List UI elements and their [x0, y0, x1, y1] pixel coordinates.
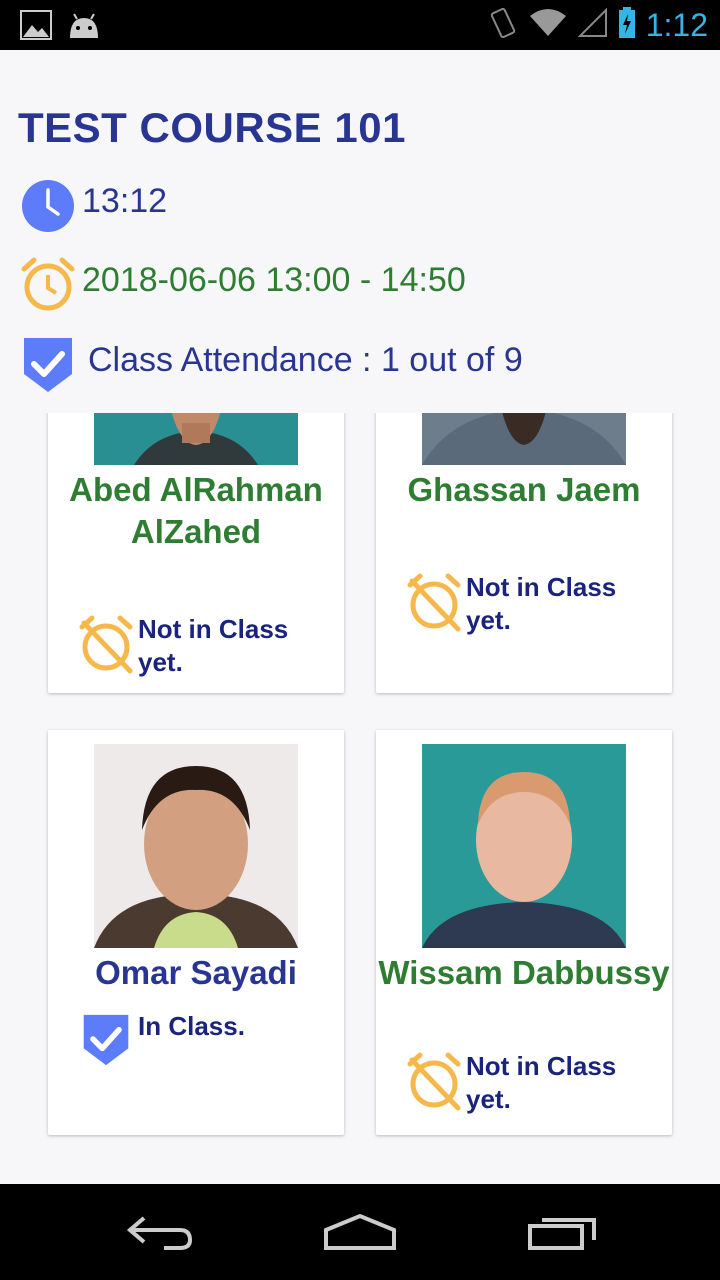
student-name: Omar Sayadi [95, 954, 297, 991]
signal-icon [577, 7, 608, 43]
current-time-row: 13:12 [20, 178, 167, 239]
navigation-bar [0, 1184, 720, 1280]
alarm-off-icon [406, 1050, 464, 1117]
attendance-row: Class Attendance : 1 out of 9 [20, 334, 523, 401]
status-text: Not in Class yet. [138, 614, 289, 677]
student-photo [94, 413, 298, 465]
student-name: Wissam Dabbussy [378, 954, 670, 991]
gallery-icon [20, 10, 52, 45]
alarm-off-icon [78, 613, 136, 680]
battery-charging-icon [618, 7, 636, 44]
status-text: Not in Class yet. [466, 1051, 617, 1114]
student-grid[interactable]: Abed AlRahman AlZahed Not in Class yet. … [0, 413, 720, 1183]
status-time: 1:12 [645, 7, 708, 43]
status-text: Not in Class yet. [466, 572, 617, 635]
alarm-clock-icon [20, 255, 76, 320]
android-icon [66, 10, 102, 45]
schedule-row: 2018-06-06 13:00 - 14:50 [20, 255, 466, 320]
student-card[interactable]: Ghassan Jaem Not in Class yet. [376, 413, 672, 693]
schedule-date-time: 2018-06-06 13:00 - 14:50 [82, 261, 466, 299]
clock-icon [20, 178, 76, 239]
home-icon[interactable] [322, 1212, 398, 1257]
student-card[interactable]: Omar Sayadi In Class. [48, 730, 344, 1135]
student-name: Ghassan Jaem [407, 471, 641, 508]
attendance-summary: Class Attendance : 1 out of 9 [88, 341, 523, 379]
student-card[interactable]: Wissam Dabbussy Not in Class yet. [376, 730, 672, 1135]
current-time: 13:12 [82, 182, 168, 220]
vibrate-icon [488, 6, 518, 45]
wifi-icon [528, 8, 568, 43]
student-photo [94, 744, 298, 948]
check-shield-icon [20, 334, 76, 401]
student-name: Abed AlRahman AlZahed [69, 471, 323, 550]
status-bar: 1:12 [0, 0, 720, 50]
recents-icon[interactable] [526, 1212, 598, 1257]
status-row: Not in Class yet. [406, 571, 636, 638]
alarm-off-icon [406, 571, 464, 638]
student-photo [422, 744, 626, 948]
check-shield-icon [80, 1010, 132, 1075]
back-icon[interactable] [124, 1212, 196, 1257]
status-text: In Class. [138, 1011, 245, 1041]
status-row: Not in Class yet. [78, 613, 308, 680]
status-row: In Class. [80, 1010, 308, 1075]
student-card[interactable]: Abed AlRahman AlZahed Not in Class yet. [48, 413, 344, 693]
course-title: TEST COURSE 101 [18, 104, 406, 151]
student-photo [422, 413, 626, 465]
status-row: Not in Class yet. [406, 1050, 636, 1117]
